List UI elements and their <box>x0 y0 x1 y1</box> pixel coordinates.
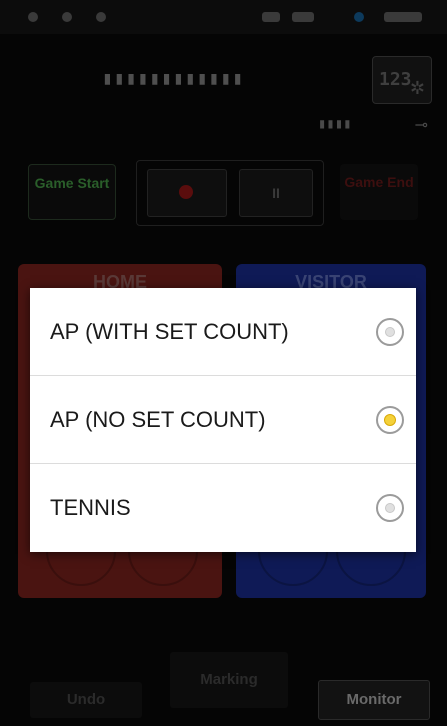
control-bar: Game Start II Game End <box>0 156 447 236</box>
clock <box>384 12 422 22</box>
status-bar <box>0 0 447 34</box>
radio-button[interactable] <box>376 494 404 522</box>
pause-button[interactable]: II <box>239 169 313 217</box>
notification-icon <box>28 12 38 22</box>
record-icon <box>179 185 193 199</box>
score-type-dialog: AP (WITH SET COUNT) AP (NO SET COUNT) TE… <box>30 288 416 552</box>
option-ap-no-set-count[interactable]: AP (NO SET COUNT) <box>30 376 416 464</box>
radio-indicator <box>385 327 395 337</box>
marking-button[interactable]: Marking <box>170 652 288 708</box>
title-bar: ▮▮▮▮▮▮▮▮▮▮▮▮ 123 ✲ <box>22 44 432 104</box>
page-title: ▮▮▮▮▮▮▮▮▮▮▮▮ <box>102 68 245 89</box>
signal-icon <box>262 12 280 22</box>
record-controls: II <box>136 160 324 226</box>
battery-text: ▮▮▮▮ <box>318 116 352 132</box>
battery-status: ▮▮▮▮ ⊸ <box>318 116 428 136</box>
radio-button-selected[interactable] <box>376 406 404 434</box>
settings-button[interactable]: 123 ✲ <box>372 56 432 104</box>
wifi-icon <box>292 12 314 22</box>
game-start-button[interactable]: Game Start <box>28 164 116 220</box>
record-button[interactable] <box>147 169 227 217</box>
radio-button[interactable] <box>376 318 404 346</box>
radio-indicator <box>385 503 395 513</box>
undo-button[interactable]: Undo <box>30 682 142 718</box>
bluetooth-icon <box>354 12 364 22</box>
option-label: AP (NO SET COUNT) <box>50 407 266 432</box>
settings-label: 123 <box>379 69 412 90</box>
bottom-bar: Undo Marking Monitor <box>0 630 447 726</box>
option-label: TENNIS <box>50 495 131 520</box>
notification-icon <box>96 12 106 22</box>
gear-icon: ✲ <box>409 78 425 98</box>
radio-indicator <box>384 414 396 426</box>
option-label: AP (WITH SET COUNT) <box>50 319 289 344</box>
monitor-button[interactable]: Monitor <box>318 680 430 720</box>
notification-icon <box>62 12 72 22</box>
option-tennis[interactable]: TENNIS <box>30 464 416 552</box>
plug-icon: ⊸ <box>414 117 428 134</box>
option-ap-with-set-count[interactable]: AP (WITH SET COUNT) <box>30 288 416 376</box>
game-end-button[interactable]: Game End <box>340 164 418 220</box>
